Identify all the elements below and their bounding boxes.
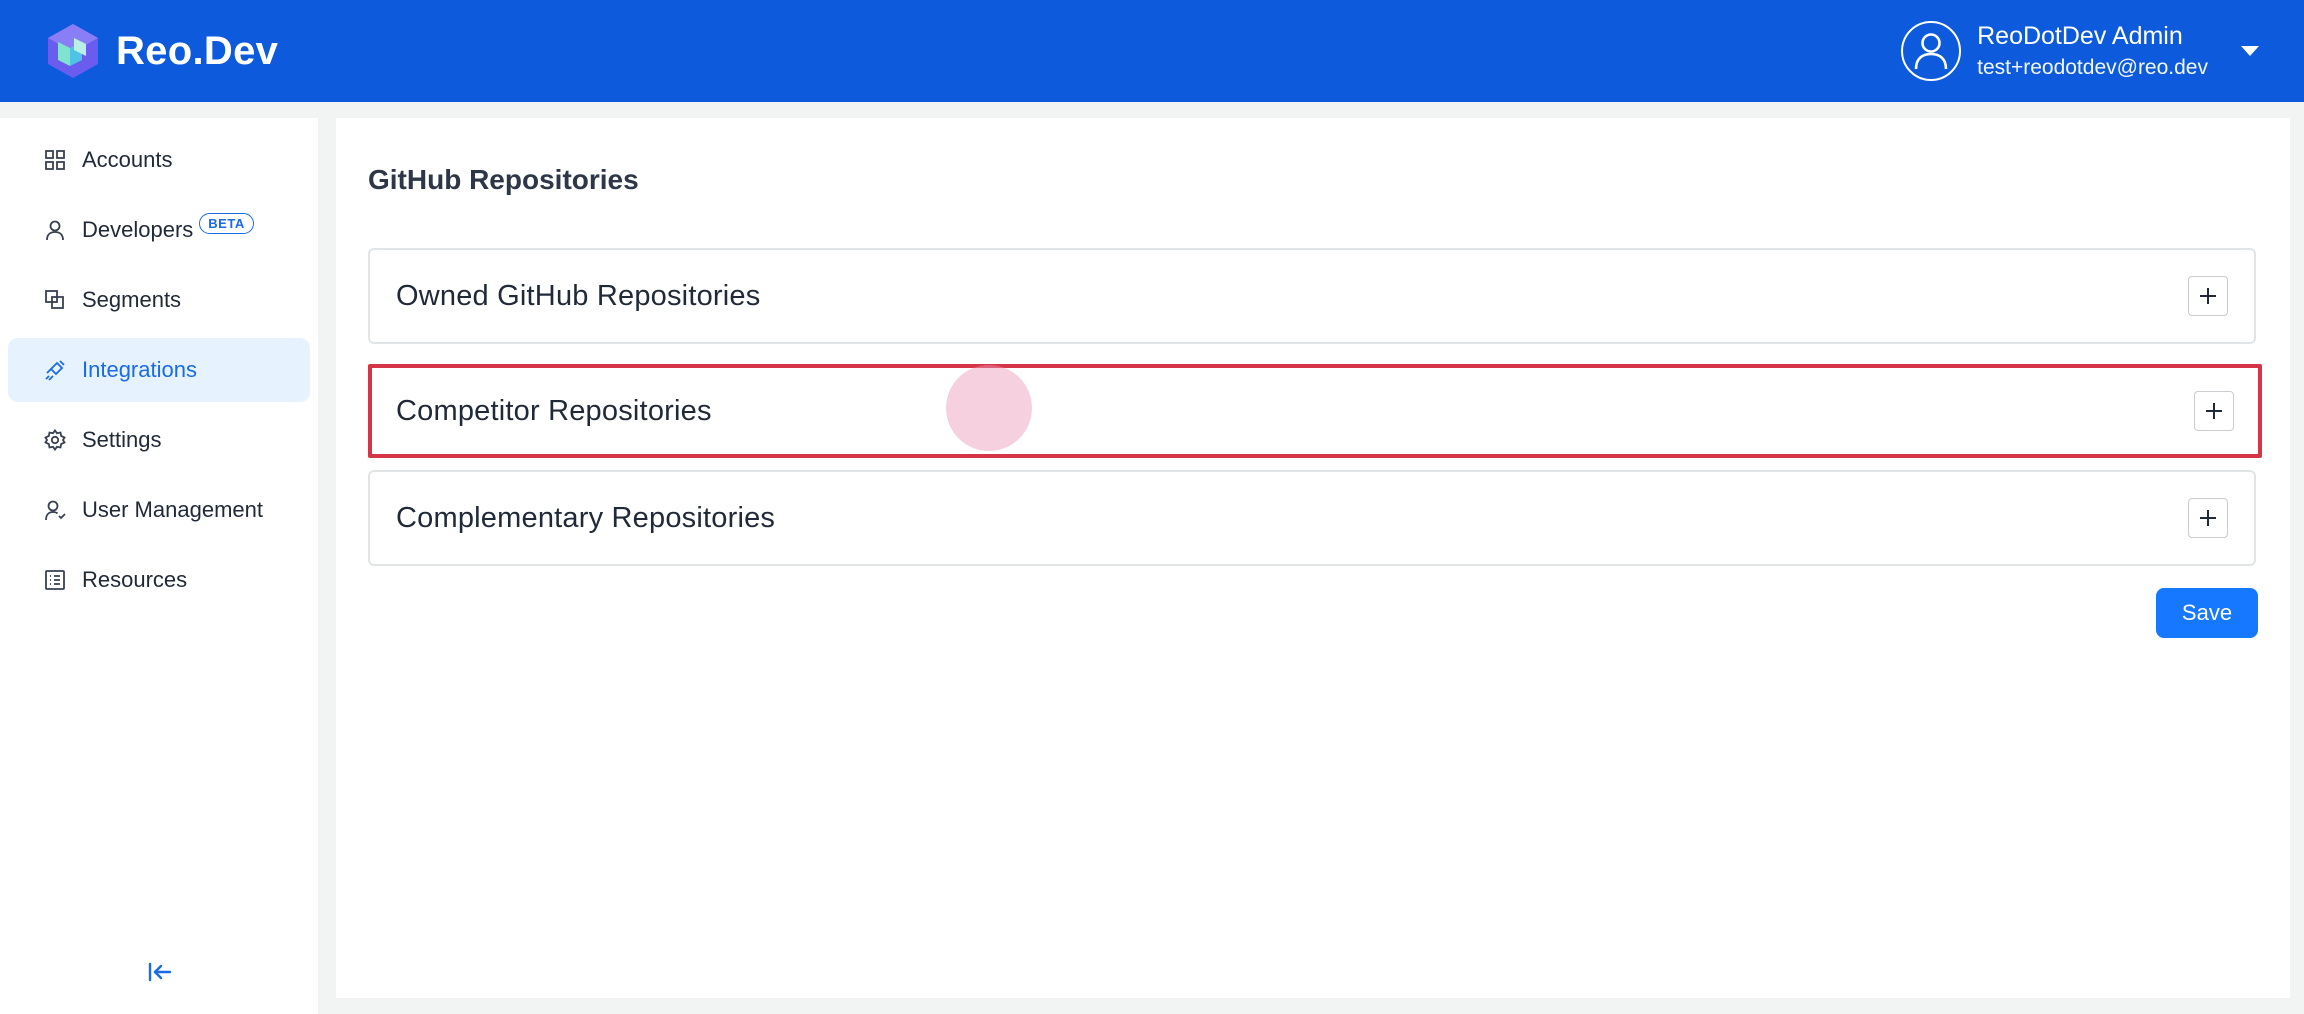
section-label: Owned GitHub Repositories — [396, 279, 761, 312]
section-label: Competitor Repositories — [396, 394, 712, 427]
reo-logo-icon — [48, 24, 98, 78]
sidebar-nav: Accounts Developers BETA Segments Integr… — [0, 118, 318, 612]
complementary-repositories-section[interactable]: Complementary Repositories — [368, 470, 2256, 566]
list-icon — [44, 569, 66, 591]
user-menu[interactable]: ReoDotDev Admin test+reodotdev@reo.dev — [1901, 19, 2262, 83]
chevron-down-icon — [2241, 46, 2259, 56]
top-header: Reo.Dev ReoDotDev Admin test+reodotdev@r… — [0, 0, 2304, 102]
user-menu-dropdown[interactable] — [2238, 39, 2262, 63]
sidebar-item-label: Segments — [82, 287, 182, 312]
save-button[interactable]: Save — [2156, 588, 2258, 638]
add-complementary-repository-button[interactable] — [2188, 498, 2228, 538]
user-name: ReoDotDev Admin — [1977, 22, 2183, 50]
plus-icon — [2200, 510, 2216, 526]
brand-name: Reo.Dev — [116, 28, 279, 73]
sidebar-item-segments[interactable]: Segments — [8, 268, 310, 332]
collapse-left-icon — [148, 962, 172, 982]
sidebar-item-label: Developers — [82, 217, 194, 242]
collapse-sidebar-button[interactable] — [146, 958, 174, 986]
main-content: GitHub Repositories Owned GitHub Reposit… — [336, 118, 2290, 998]
plus-icon — [2200, 288, 2216, 304]
plus-icon — [2206, 403, 2222, 419]
add-competitor-repository-button[interactable] — [2194, 391, 2234, 431]
click-indicator — [946, 365, 1032, 451]
brand[interactable]: Reo.Dev — [44, 22, 278, 80]
sidebar-item-label: Accounts — [82, 147, 173, 172]
sidebar-item-accounts[interactable]: Accounts — [8, 128, 310, 192]
segments-icon — [44, 289, 66, 311]
plug-icon — [44, 359, 66, 381]
user-avatar-icon — [1914, 33, 1948, 70]
owned-repositories-section[interactable]: Owned GitHub Repositories — [368, 248, 2256, 344]
sidebar-item-label: User Management — [82, 497, 263, 522]
add-owned-repository-button[interactable] — [2188, 276, 2228, 316]
sidebar-item-label: Resources — [82, 567, 188, 592]
sidebar: Accounts Developers BETA Segments Integr… — [0, 118, 318, 1014]
avatar[interactable] — [1901, 21, 1962, 81]
user-email: test+reodotdev@reo.dev — [1977, 56, 2208, 79]
beta-badge: BETA — [199, 212, 254, 234]
section-label: Complementary Repositories — [396, 501, 776, 534]
user-manage-icon — [44, 499, 66, 521]
grid-icon — [44, 149, 66, 171]
sidebar-item-label: Settings — [82, 427, 162, 452]
sidebar-item-integrations[interactable]: Integrations — [8, 338, 310, 402]
page-title: GitHub Repositories — [368, 164, 639, 195]
sidebar-item-developers[interactable]: Developers BETA — [8, 198, 310, 262]
sidebar-item-user-management[interactable]: User Management — [8, 478, 310, 542]
competitor-repositories-section[interactable]: Competitor Repositories — [368, 364, 2262, 458]
sidebar-item-resources[interactable]: Resources — [8, 548, 310, 612]
user-icon — [44, 219, 66, 241]
sidebar-item-settings[interactable]: Settings — [8, 408, 310, 472]
gear-icon — [44, 429, 66, 451]
sidebar-item-label: Integrations — [82, 357, 197, 382]
